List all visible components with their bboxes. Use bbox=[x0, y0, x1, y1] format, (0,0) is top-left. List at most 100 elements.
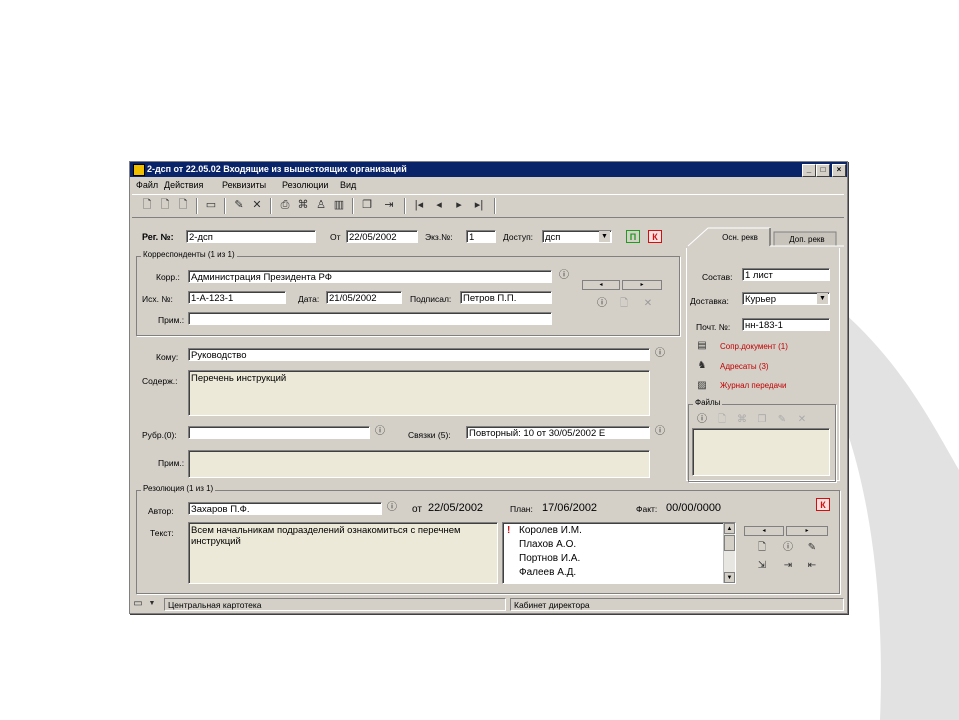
executors-scrollbar[interactable]: ▲ ▼ bbox=[723, 523, 735, 583]
new-doc-icon[interactable]: 🗋 bbox=[716, 414, 728, 426]
resolution-next-button[interactable]: ▸ bbox=[786, 526, 828, 536]
resolution-from-value[interactable]: 22/05/2002 bbox=[428, 502, 483, 514]
author-label: Автор: bbox=[148, 506, 174, 516]
content-textarea[interactable]: Перечень инструкций bbox=[188, 370, 650, 416]
close-icon[interactable]: ✕ bbox=[642, 298, 654, 310]
files-caption: Файлы bbox=[693, 398, 723, 407]
user-icon[interactable]: ♙ bbox=[314, 198, 328, 212]
to-field[interactable]: Руководство bbox=[188, 348, 650, 361]
last-icon[interactable]: ▸| bbox=[472, 198, 486, 212]
menu-resolutions[interactable]: Резолюции bbox=[282, 180, 328, 190]
delivery-select[interactable]: Курьер ▼ bbox=[742, 292, 830, 305]
new-doc-icon[interactable]: 🗋 bbox=[756, 542, 768, 554]
menu-actions[interactable]: Действия bbox=[164, 180, 203, 190]
new-doc-copy-icon[interactable]: 🗋 bbox=[158, 198, 172, 212]
files-list[interactable] bbox=[692, 428, 830, 476]
composition-field[interactable]: 1 лист bbox=[742, 268, 830, 281]
send-icon[interactable]: ⇥ bbox=[382, 198, 396, 212]
resolution-k-button[interactable]: К bbox=[816, 498, 830, 511]
card-file-icon[interactable]: ▭ bbox=[132, 598, 144, 610]
author-field[interactable]: Захаров П.Ф. bbox=[188, 502, 382, 515]
save-icon[interactable]: ▭ bbox=[204, 198, 218, 212]
delete-icon[interactable]: ✕ bbox=[796, 414, 808, 426]
next-icon[interactable]: ▸ bbox=[452, 198, 466, 212]
info-icon[interactable]: ⓘ bbox=[654, 426, 666, 438]
out-number-field[interactable]: 1-А-123-1 bbox=[188, 291, 286, 304]
k-button[interactable]: К bbox=[648, 230, 662, 243]
window-title: 2-дсп от 22.05.02 Входящие из вышестоящи… bbox=[147, 164, 407, 174]
copy-number-field[interactable]: 1 bbox=[466, 230, 496, 243]
rubric-field[interactable] bbox=[188, 426, 370, 439]
menu-requisites[interactable]: Реквизиты bbox=[222, 180, 266, 190]
link-accompanying-docs[interactable]: Сопр.документ (1) bbox=[720, 342, 788, 351]
corr-prev-button[interactable]: ◂ bbox=[582, 280, 620, 290]
chevron-down-icon[interactable]: ▼ bbox=[817, 293, 828, 304]
info-icon[interactable]: ⓘ bbox=[654, 348, 666, 360]
plan-value[interactable]: 17/06/2002 bbox=[542, 502, 597, 514]
main-note-textarea[interactable] bbox=[188, 450, 650, 478]
move-icon[interactable]: ⇲ bbox=[756, 560, 768, 572]
delete-icon[interactable]: ✕ bbox=[250, 198, 264, 212]
copy-icon[interactable]: ❐ bbox=[756, 414, 768, 426]
new-doc-icon[interactable]: 🗋 bbox=[140, 198, 154, 212]
link-transfer-journal[interactable]: Журнал передачи bbox=[720, 381, 787, 390]
menu-bar: Файл Действия Реквизиты Резолюции Вид bbox=[130, 178, 847, 192]
postal-number-field[interactable]: нн-183-1 bbox=[742, 318, 830, 331]
corr-note-field[interactable] bbox=[188, 312, 552, 325]
scan-icon[interactable]: ⌘ bbox=[736, 414, 748, 426]
links-field[interactable]: Повторный: 10 от 30/05/2002 Е bbox=[466, 426, 650, 439]
copy-icon[interactable]: ❐ bbox=[360, 198, 374, 212]
info-icon[interactable]: ⓘ bbox=[782, 542, 794, 554]
edit-icon[interactable]: ✎ bbox=[232, 198, 246, 212]
tab-main-requisites[interactable]: Осн. рекв bbox=[710, 230, 770, 246]
info-icon[interactable]: ⓘ bbox=[374, 426, 386, 438]
signed-field[interactable]: Петров П.П. bbox=[460, 291, 552, 304]
reg-number-field[interactable]: 2-дсп bbox=[186, 230, 316, 243]
chevron-down-icon[interactable]: ▼ bbox=[599, 231, 610, 242]
maximize-button[interactable]: □ bbox=[816, 164, 830, 177]
tab-extra-requisites[interactable]: Доп. рекв bbox=[776, 232, 838, 248]
list-item[interactable]: Портнов И.А. bbox=[505, 552, 735, 566]
date-field[interactable]: 21/05/2002 bbox=[326, 291, 402, 304]
first-icon[interactable]: |◂ bbox=[412, 198, 426, 212]
corr-next-button[interactable]: ▸ bbox=[622, 280, 662, 290]
content-label: Содерж.: bbox=[142, 376, 178, 386]
scroll-thumb[interactable] bbox=[724, 535, 735, 551]
list-item[interactable]: Фалеев А.Д. bbox=[505, 566, 735, 580]
access-select[interactable]: дсп ▼ bbox=[542, 230, 612, 243]
edit-icon[interactable]: ✎ bbox=[776, 414, 788, 426]
edit-icon[interactable]: ✎ bbox=[806, 542, 818, 554]
print-icon[interactable]: ⎙ bbox=[278, 198, 292, 212]
close-button[interactable]: × bbox=[832, 164, 846, 177]
list-item[interactable]: Плахов А.О. bbox=[505, 538, 735, 552]
chevron-down-icon[interactable]: ▼ bbox=[146, 598, 158, 610]
scan-icon[interactable]: ⌘ bbox=[296, 198, 310, 212]
info-icon[interactable]: ⓘ bbox=[696, 414, 708, 426]
resolution-text[interactable]: Всем начальникам подразделений ознакомит… bbox=[188, 522, 498, 584]
send-icon[interactable]: ⇥ bbox=[782, 560, 794, 572]
new-doc-icon[interactable]: 🗋 bbox=[618, 298, 630, 310]
new-doc-template-icon[interactable]: 🗋 bbox=[176, 198, 190, 212]
fact-value[interactable]: 00/00/0000 bbox=[666, 502, 721, 514]
info-icon[interactable]: ⓘ bbox=[386, 502, 398, 514]
minimize-button[interactable]: _ bbox=[802, 164, 816, 177]
info-icon[interactable]: ⓘ bbox=[558, 270, 570, 282]
return-icon[interactable]: ⇤ bbox=[806, 560, 818, 572]
menu-file[interactable]: Файл bbox=[136, 180, 158, 190]
p-button[interactable]: П bbox=[626, 230, 640, 243]
scroll-down-icon[interactable]: ▼ bbox=[724, 572, 735, 583]
title-bar[interactable]: 2-дсп от 22.05.02 Входящие из вышестоящи… bbox=[130, 162, 847, 177]
list-item[interactable]: ! Королев И.М. bbox=[505, 524, 735, 538]
link-addressees[interactable]: Адресаты (3) bbox=[720, 362, 769, 371]
scroll-up-icon[interactable]: ▲ bbox=[724, 523, 735, 534]
barcode-icon[interactable]: ▥ bbox=[332, 198, 346, 212]
executors-list[interactable]: ! Королев И.М. Плахов А.О. Портнов И.А. … bbox=[502, 522, 736, 584]
info-icon[interactable]: ⓘ bbox=[596, 298, 608, 310]
from-date-field[interactable]: 22/05/2002 bbox=[346, 230, 418, 243]
fact-label: Факт: bbox=[636, 504, 658, 514]
resolution-prev-button[interactable]: ◂ bbox=[744, 526, 784, 536]
resolution-from-label: от bbox=[412, 504, 422, 515]
menu-view[interactable]: Вид bbox=[340, 180, 356, 190]
prev-icon[interactable]: ◂ bbox=[432, 198, 446, 212]
corr-field[interactable]: Администрация Президента РФ bbox=[188, 270, 552, 283]
